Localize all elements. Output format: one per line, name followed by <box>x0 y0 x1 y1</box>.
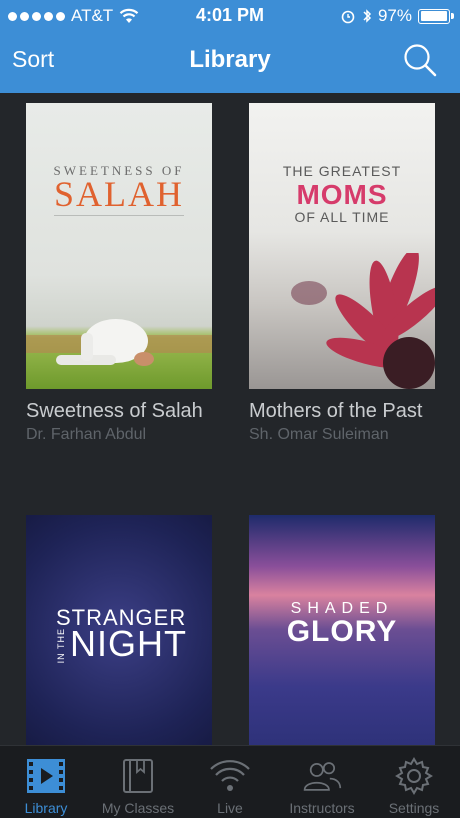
cover-title: SALAH <box>53 174 184 214</box>
battery-fill <box>420 11 447 21</box>
cover-subtitle: IN THE <box>56 628 66 664</box>
tab-label: Live <box>217 800 243 816</box>
bluetooth-icon <box>363 9 372 23</box>
cover-image: SHADED GLORY <box>249 515 435 745</box>
battery-icon <box>418 8 454 24</box>
library-item[interactable]: THE GREATEST MOMS OF ALL TIME Mothers of… <box>249 103 435 446</box>
cover-title: MOMS <box>296 179 388 210</box>
item-author: Sh. Omar Suleiman <box>249 426 389 443</box>
status-bar: AT&T 4:01 PM 97% <box>0 0 460 30</box>
cover-title: GLORY <box>286 615 398 648</box>
film-icon <box>26 756 66 796</box>
cover-image: STRANGER IN THE NIGHT <box>26 515 212 745</box>
item-author: Dr. Farhan Abdul <box>26 426 147 443</box>
tab-bar: Library My Classes Live Instructors Sett… <box>0 745 460 818</box>
library-item[interactable]: SHADED GLORY <box>249 515 435 745</box>
cover-image: THE GREATEST MOMS OF ALL TIME <box>249 103 435 389</box>
status-right: 97% <box>340 6 454 26</box>
cover-divider <box>54 215 184 216</box>
prayer-figure-illustration <box>56 319 154 366</box>
people-icon <box>302 756 342 796</box>
page-title: Library <box>189 46 271 73</box>
tab-label: Instructors <box>289 800 355 816</box>
top-bar: AT&T 4:01 PM 97% Sort Library <box>0 0 460 93</box>
alarm-icon <box>341 10 355 24</box>
tab-label: Library <box>24 800 68 816</box>
tab-instructors[interactable]: Instructors <box>276 746 368 818</box>
tab-label: Settings <box>388 800 440 816</box>
cover-subtitle-2: OF ALL TIME <box>294 209 390 225</box>
tab-label: My Classes <box>101 800 175 816</box>
broadcast-icon <box>210 756 250 796</box>
cover-image: SWEETNESS OF SALAH <box>26 103 212 389</box>
gear-icon <box>394 756 434 796</box>
battery-percent: 97% <box>377 6 412 25</box>
tab-live[interactable]: Live <box>184 746 276 818</box>
cover-subtitle: THE GREATEST <box>282 163 402 179</box>
item-title: Mothers of the Past <box>249 400 423 422</box>
flower-illustration <box>291 253 435 389</box>
search-icon[interactable] <box>402 42 438 78</box>
tab-settings[interactable]: Settings <box>368 746 460 818</box>
tab-my-classes[interactable]: My Classes <box>92 746 184 818</box>
tab-library[interactable]: Library <box>0 746 92 818</box>
library-grid: SWEETNESS OF SALAH Sweetness of Salah Dr… <box>0 93 460 745</box>
item-title: Sweetness of Salah <box>26 400 203 422</box>
book-icon <box>118 756 158 796</box>
library-item[interactable]: SWEETNESS OF SALAH Sweetness of Salah Dr… <box>26 103 212 446</box>
library-item[interactable]: STRANGER IN THE NIGHT <box>26 515 212 745</box>
cover-title-2: NIGHT <box>70 623 187 664</box>
